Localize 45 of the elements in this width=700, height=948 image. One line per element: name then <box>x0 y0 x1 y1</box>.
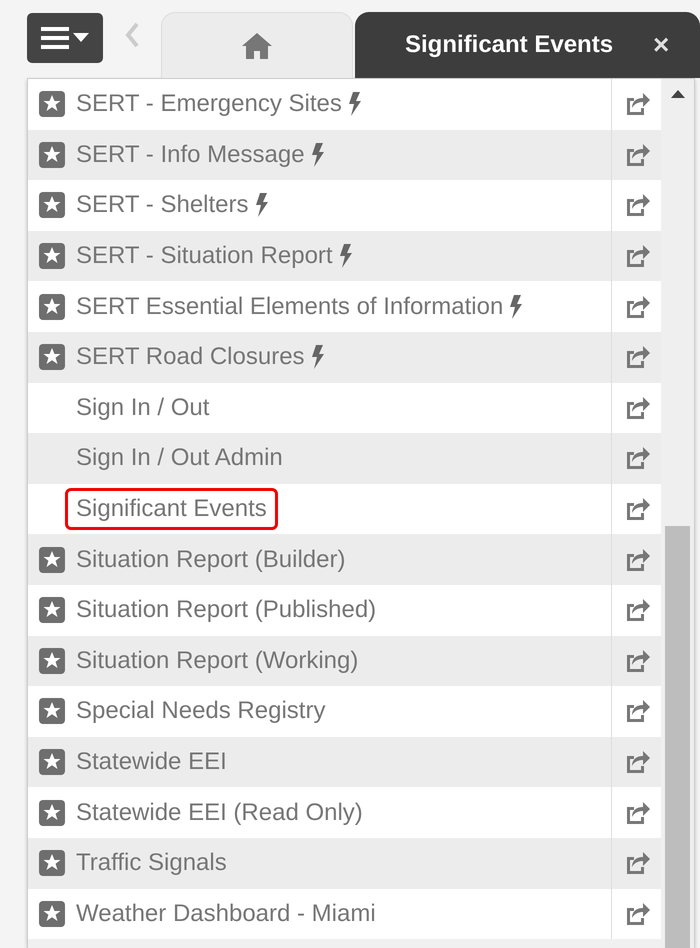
menu-item[interactable]: Sign In / Out <box>65 386 220 429</box>
menu-row[interactable]: Traffic Signals <box>28 838 662 888</box>
menu-item[interactable]: SERT - Shelters <box>65 184 280 226</box>
menu-item[interactable]: SERT Road Closures <box>65 336 336 378</box>
menu-row[interactable]: Sign In / Out Admin <box>28 433 662 484</box>
menu-item[interactable]: Weather Dashboard - Miami <box>65 892 387 935</box>
menu-row[interactable]: SERT - Shelters <box>28 180 662 231</box>
home-icon <box>241 32 273 60</box>
menu-item[interactable]: SERT - Info Message <box>65 134 336 176</box>
menu-item[interactable]: Situation Report (Working) <box>65 640 370 682</box>
menu-button[interactable] <box>27 13 103 63</box>
menu-icon <box>40 26 69 50</box>
menu-row[interactable]: SERT Road Closures <box>28 332 662 383</box>
scrollbar[interactable] <box>661 79 694 948</box>
menu-item[interactable]: Significant Events <box>65 488 278 530</box>
menu-row[interactable]: SERT - Emergency Sites <box>28 79 662 130</box>
menu-item[interactable]: SERT - Emergency Sites <box>65 83 373 126</box>
menu-item[interactable]: Statewide EEI <box>65 741 238 784</box>
menu-row[interactable]: Special Needs Registry <box>28 686 662 737</box>
menu-row[interactable]: Weather Dashboard - Miami <box>28 888 662 940</box>
tab-label: Significant Events <box>405 31 614 59</box>
scrollbar-thumb[interactable] <box>665 526 690 948</box>
menu-item[interactable]: Traffic Signals <box>65 842 238 884</box>
menu-row[interactable]: Situation Report (Builder) <box>28 534 662 585</box>
caret-icon <box>72 33 89 43</box>
close-button[interactable]: × <box>653 29 670 61</box>
menu-row[interactable]: Situation Report (Published) <box>28 584 662 636</box>
menu-row[interactable]: SERT - Info Message <box>28 130 662 180</box>
menu-item[interactable]: SERT - Situation Report <box>65 235 364 278</box>
menu-row[interactable]: Statewide EEI (Read Only) <box>28 787 662 838</box>
menu-row[interactable]: SERT - Situation Report <box>28 230 662 282</box>
menu-item[interactable]: Statewide EEI (Read Only) <box>65 792 374 834</box>
menu-item[interactable]: Sign In / Out Admin <box>65 437 294 480</box>
tab[interactable] <box>161 12 353 78</box>
tab[interactable]: Significant Events × <box>355 12 700 78</box>
menu-row[interactable]: Significant Events <box>28 484 662 534</box>
menu-row[interactable]: Sign In / Out <box>28 382 662 434</box>
menu-row[interactable]: SERT Essential Elements of Information <box>28 281 662 332</box>
menu-item[interactable]: Situation Report (Published) <box>65 589 388 632</box>
menu-item[interactable]: SERT Essential Elements of Information <box>65 286 534 328</box>
menu-row[interactable]: Statewide EEI <box>28 736 662 788</box>
menu-item[interactable]: Situation Report (Builder) <box>65 538 356 581</box>
menu-row[interactable]: Situation Report (Working) <box>28 636 662 686</box>
scroll-up-icon[interactable] <box>670 89 685 99</box>
menu-item[interactable]: Special Needs Registry <box>65 690 336 732</box>
